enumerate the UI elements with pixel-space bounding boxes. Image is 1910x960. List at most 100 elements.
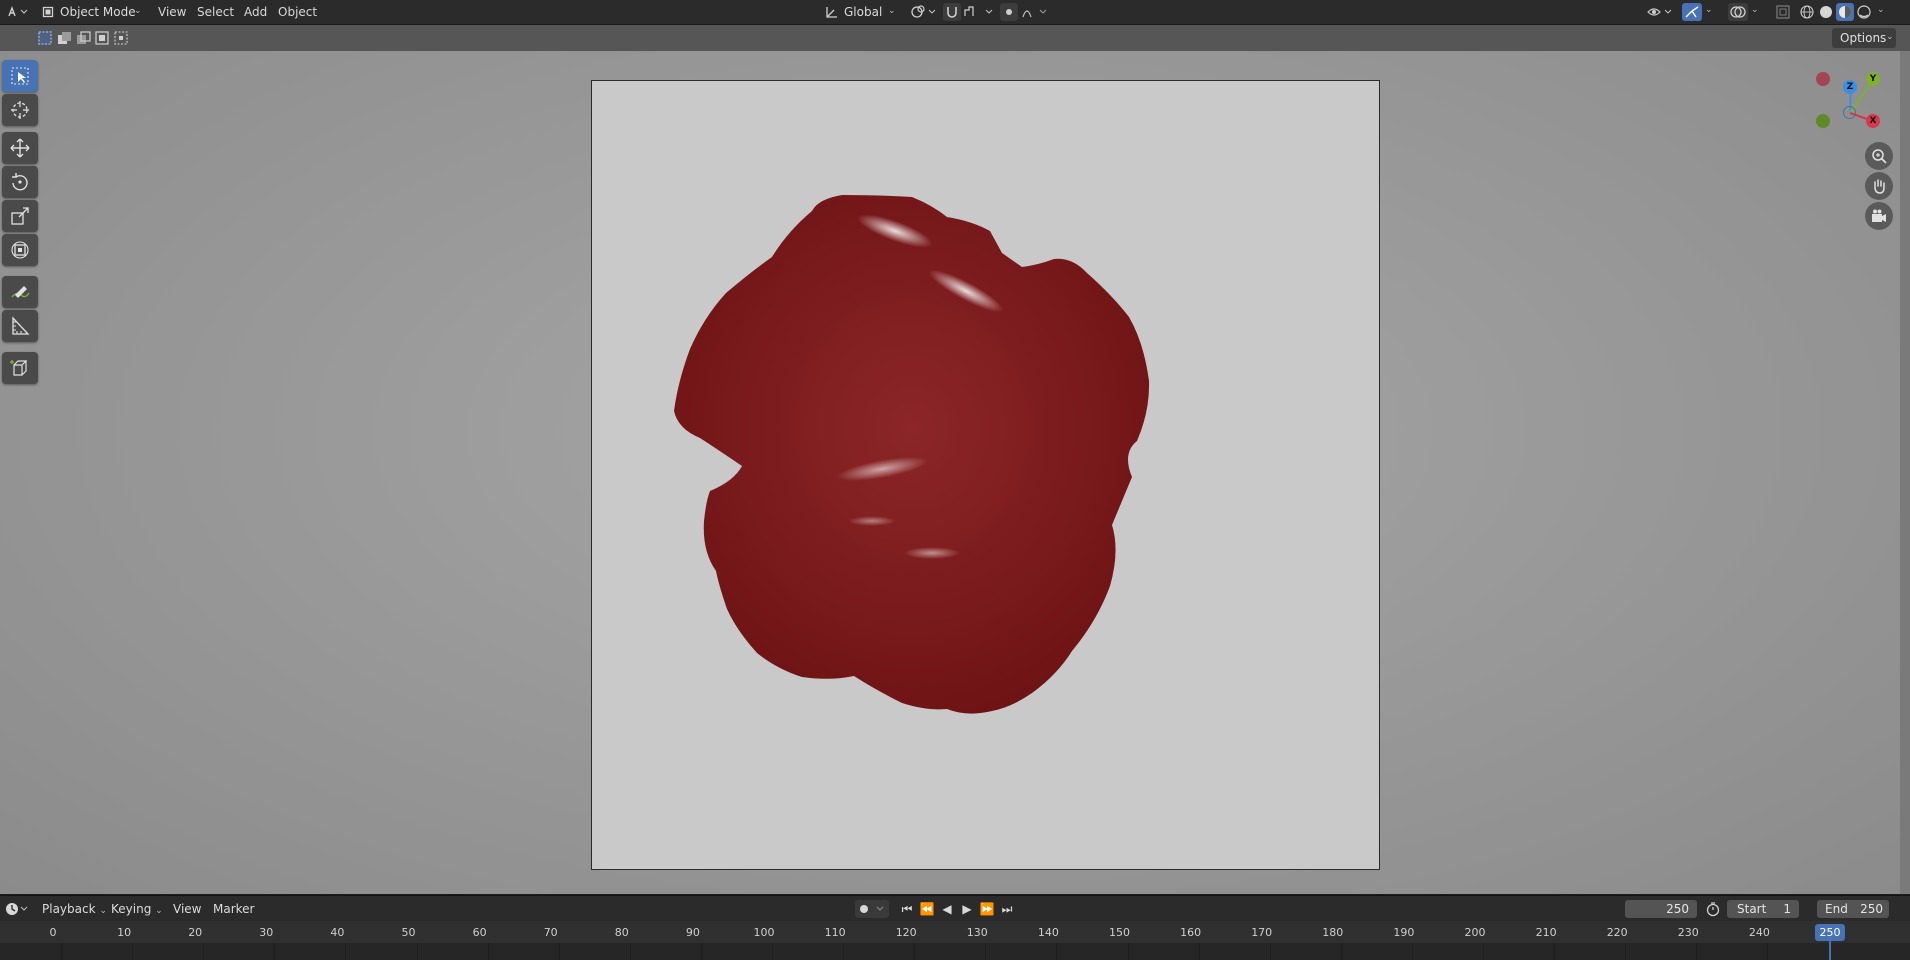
play-button[interactable]: ▶ xyxy=(958,901,976,917)
keying-menu[interactable]: Keying ⌄ xyxy=(111,900,163,918)
move-icon xyxy=(10,138,30,158)
timeline-ruler[interactable]: 0 10 20 30 40 50 60 70 80 90 100 110 120 130 140 150 160… xyxy=(0,921,1910,943)
tool-transform[interactable] xyxy=(2,234,38,266)
chevron-down-icon: ⌄ xyxy=(155,906,163,916)
gizmo-dropdown[interactable]: ⌄ xyxy=(1703,3,1717,21)
transform-orientation-dropdown[interactable]: Global ⌄ xyxy=(822,3,900,21)
options-dropdown[interactable]: Options ⌄ xyxy=(1832,28,1896,48)
grid-line xyxy=(1198,943,1200,960)
menu-object[interactable]: Object xyxy=(278,0,317,24)
start-frame-field[interactable]: Start 1 xyxy=(1727,900,1799,918)
chevron-down-icon: ⌄ xyxy=(99,906,107,916)
select-intersect-icon[interactable] xyxy=(112,29,130,47)
shading-solid-button[interactable] xyxy=(1817,3,1835,21)
grid-line xyxy=(700,943,702,960)
visibility-dropdown[interactable] xyxy=(1646,3,1674,21)
tool-select-box[interactable] xyxy=(2,60,38,92)
zoom-view-button[interactable] xyxy=(1865,142,1893,170)
snap-target-dropdown[interactable] xyxy=(962,3,996,21)
proportional-editing-toggle[interactable] xyxy=(1000,3,1018,21)
gizmo-icon xyxy=(1685,6,1699,18)
solid-sphere-icon xyxy=(1820,6,1832,18)
auto-keying-toggle[interactable] xyxy=(855,900,889,918)
gizmo-y-label: Y xyxy=(1869,74,1877,84)
marker-menu[interactable]: Marker xyxy=(213,900,254,918)
tool-annotate[interactable] xyxy=(2,276,38,308)
snap-toggle[interactable] xyxy=(943,3,961,21)
gizmo-neg-z-ball[interactable] xyxy=(1843,106,1856,119)
ruler-tick-label: 50 xyxy=(401,926,416,939)
grid-line xyxy=(1483,943,1484,960)
overlays-toggle[interactable] xyxy=(1728,3,1748,21)
gizmo-neg-x-ball[interactable] xyxy=(1816,72,1830,86)
ruler-tick-label: 190 xyxy=(1393,926,1415,939)
tool-settings-bar: Options ⌄ xyxy=(0,25,1910,51)
shading-material-button[interactable] xyxy=(1836,3,1854,21)
timeline-view-menu[interactable]: View xyxy=(173,900,201,918)
jump-to-end-button[interactable]: ⏭ xyxy=(998,901,1016,917)
mode-selector[interactable]: Object Mode ⌄ xyxy=(38,3,146,21)
shading-rendered-button[interactable] xyxy=(1855,3,1873,21)
playhead-frame-label[interactable]: 250 xyxy=(1815,924,1845,941)
chevron-down-icon: ⌄ xyxy=(1705,5,1713,15)
ruler-tick-label: 240 xyxy=(1748,926,1770,939)
xray-toggle[interactable] xyxy=(1774,3,1792,21)
ruler-tick-label: 170 xyxy=(1251,926,1273,939)
gizmo-z-ball[interactable]: Z xyxy=(1843,80,1857,94)
pan-view-button[interactable] xyxy=(1865,172,1893,200)
play-reverse-button[interactable]: ◀ xyxy=(938,901,956,917)
tool-rotate[interactable] xyxy=(2,166,38,198)
select-extend-icon[interactable] xyxy=(55,29,73,47)
menu-view[interactable]: View xyxy=(158,0,186,24)
tool-add-cube[interactable] xyxy=(2,352,38,384)
overlays-dropdown[interactable]: ⌄ xyxy=(1749,3,1763,21)
select-subtract-icon[interactable] xyxy=(74,29,92,47)
falloff-dropdown[interactable] xyxy=(1020,3,1050,21)
gizmo-y-ball[interactable]: Y xyxy=(1866,72,1880,86)
grid-line xyxy=(203,943,205,960)
end-frame-field[interactable]: End 250 xyxy=(1817,900,1889,918)
playback-menu[interactable]: Playback ⌄ xyxy=(42,900,107,918)
ruler-tick-label: 20 xyxy=(188,926,203,939)
jump-to-keyframe-next-button[interactable]: ⏩ xyxy=(978,901,996,917)
tool-cursor[interactable] xyxy=(2,94,38,126)
red-blob-object[interactable] xyxy=(592,81,1381,871)
gizmo-x-ball[interactable]: X xyxy=(1866,114,1880,128)
pivot-point-button[interactable] xyxy=(908,3,938,21)
scale-icon xyxy=(11,207,29,225)
camera-view-button[interactable] xyxy=(1865,202,1893,230)
jump-to-keyframe-prev-button[interactable]: ⏪ xyxy=(918,901,936,917)
menu-add[interactable]: Add xyxy=(244,0,267,24)
shading-wireframe-button[interactable] xyxy=(1798,3,1816,21)
timeline-editor-type-button[interactable] xyxy=(4,900,30,918)
chevron-down-icon: ⌄ xyxy=(1886,32,1894,42)
tool-scale[interactable] xyxy=(2,200,38,232)
tool-move[interactable] xyxy=(2,132,38,164)
grid-line xyxy=(1411,943,1413,960)
select-box-icon xyxy=(11,67,29,85)
timeline-track-area[interactable] xyxy=(0,943,1910,960)
jump-to-start-button[interactable]: ⏮ xyxy=(898,901,916,917)
shading-dropdown[interactable]: ⌄ xyxy=(1875,3,1889,21)
ruler-tick-label: 200 xyxy=(1464,926,1486,939)
snap-increment-icon xyxy=(964,6,993,16)
mode-label: Object Mode xyxy=(60,5,136,19)
ruler-tick-label: 110 xyxy=(824,926,846,939)
navigation-gizmo[interactable]: Z Y X xyxy=(1815,68,1885,138)
grid-line xyxy=(985,943,987,960)
preview-range-toggle[interactable] xyxy=(1705,901,1721,917)
gizmo-toggle[interactable] xyxy=(1682,3,1702,21)
ruler-tick-label: 40 xyxy=(330,926,345,939)
current-frame-field[interactable]: 250 xyxy=(1625,900,1697,918)
gizmo-neg-y-ball[interactable] xyxy=(1816,114,1830,128)
menu-select[interactable]: Select xyxy=(197,0,234,24)
select-new-icon[interactable] xyxy=(36,29,54,47)
editor-type-button[interactable] xyxy=(4,3,30,21)
magnet-icon xyxy=(947,7,957,18)
tool-measure[interactable] xyxy=(2,310,38,342)
playhead-line[interactable] xyxy=(1829,941,1831,960)
viewport-edge xyxy=(1900,51,1910,894)
record-icon xyxy=(860,905,884,913)
select-invert-icon[interactable] xyxy=(93,29,111,47)
current-frame-value: 250 xyxy=(1666,902,1689,916)
